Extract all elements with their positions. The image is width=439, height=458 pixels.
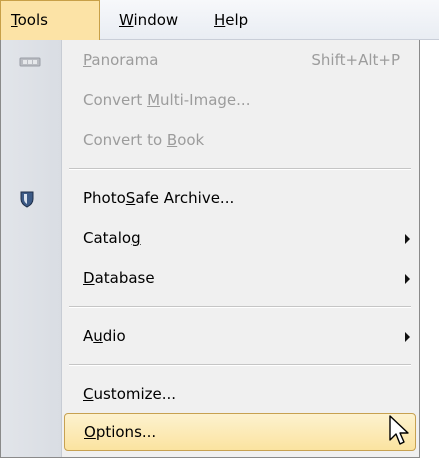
menu-window-mnemonic: W: [119, 11, 134, 29]
menubar: Tools Window Help: [0, 0, 439, 40]
menu-item-panorama-label: Panorama: [83, 51, 159, 69]
menu-help-label: elp: [225, 11, 249, 29]
panorama-icon: [19, 54, 41, 72]
menu-help[interactable]: Help: [204, 0, 258, 40]
menu-item-options-label: Options...: [84, 423, 157, 441]
menu-item-catalog-label: Catalog: [83, 229, 141, 247]
menu-item-convert-multi-image-label: Convert Multi-Image...: [83, 91, 251, 109]
menu-item-audio[interactable]: Audio: [62, 316, 418, 356]
menu-item-photosafe-archive-label: PhotoSafe Archive...: [83, 189, 235, 207]
menu-separator: [69, 306, 411, 308]
menu-icon-gutter: [1, 40, 62, 457]
menu-item-customize-label: Customize...: [83, 385, 177, 403]
menu-item-convert-to-book-label: Convert to Book: [83, 131, 205, 149]
menu-item-convert-multi-image: Convert Multi-Image...: [62, 80, 418, 120]
menu-separator: [69, 364, 411, 366]
menu-item-catalog[interactable]: Catalog: [62, 218, 418, 258]
menu-item-options[interactable]: Options...: [64, 413, 416, 451]
menu-item-database-label: Database: [83, 269, 155, 287]
submenu-arrow-icon: [405, 234, 410, 244]
submenu-arrow-icon: [405, 332, 410, 342]
menu-item-photosafe-archive[interactable]: PhotoSafe Archive...: [62, 178, 418, 218]
menu-item-audio-label: Audio: [83, 327, 126, 345]
menu-item-convert-to-book: Convert to Book: [62, 120, 418, 160]
menu-item-customize[interactable]: Customize...: [62, 374, 418, 414]
menu-tools-label: ools: [17, 11, 48, 29]
shield-icon: [19, 190, 35, 212]
menu-window-label: indow: [133, 11, 179, 29]
menu-separator: [69, 168, 411, 170]
menu-tools[interactable]: Tools: [0, 0, 100, 40]
menu-item-panorama-shortcut: Shift+Alt+P: [311, 51, 400, 69]
mouse-pointer-icon: [389, 415, 411, 453]
submenu-arrow-icon: [405, 274, 410, 284]
menu-tools-mnemonic: T: [11, 11, 18, 29]
menu-help-mnemonic: H: [214, 11, 226, 29]
tools-dropdown-menu: Panorama Shift+Alt+P Convert Multi-Image…: [0, 40, 420, 458]
menu-window[interactable]: Window: [109, 0, 188, 40]
menu-item-database[interactable]: Database: [62, 258, 418, 298]
app-screen: Tools Window Help Panorama Shift+Alt+P C…: [0, 0, 439, 458]
menu-item-panorama: Panorama Shift+Alt+P: [62, 40, 418, 80]
